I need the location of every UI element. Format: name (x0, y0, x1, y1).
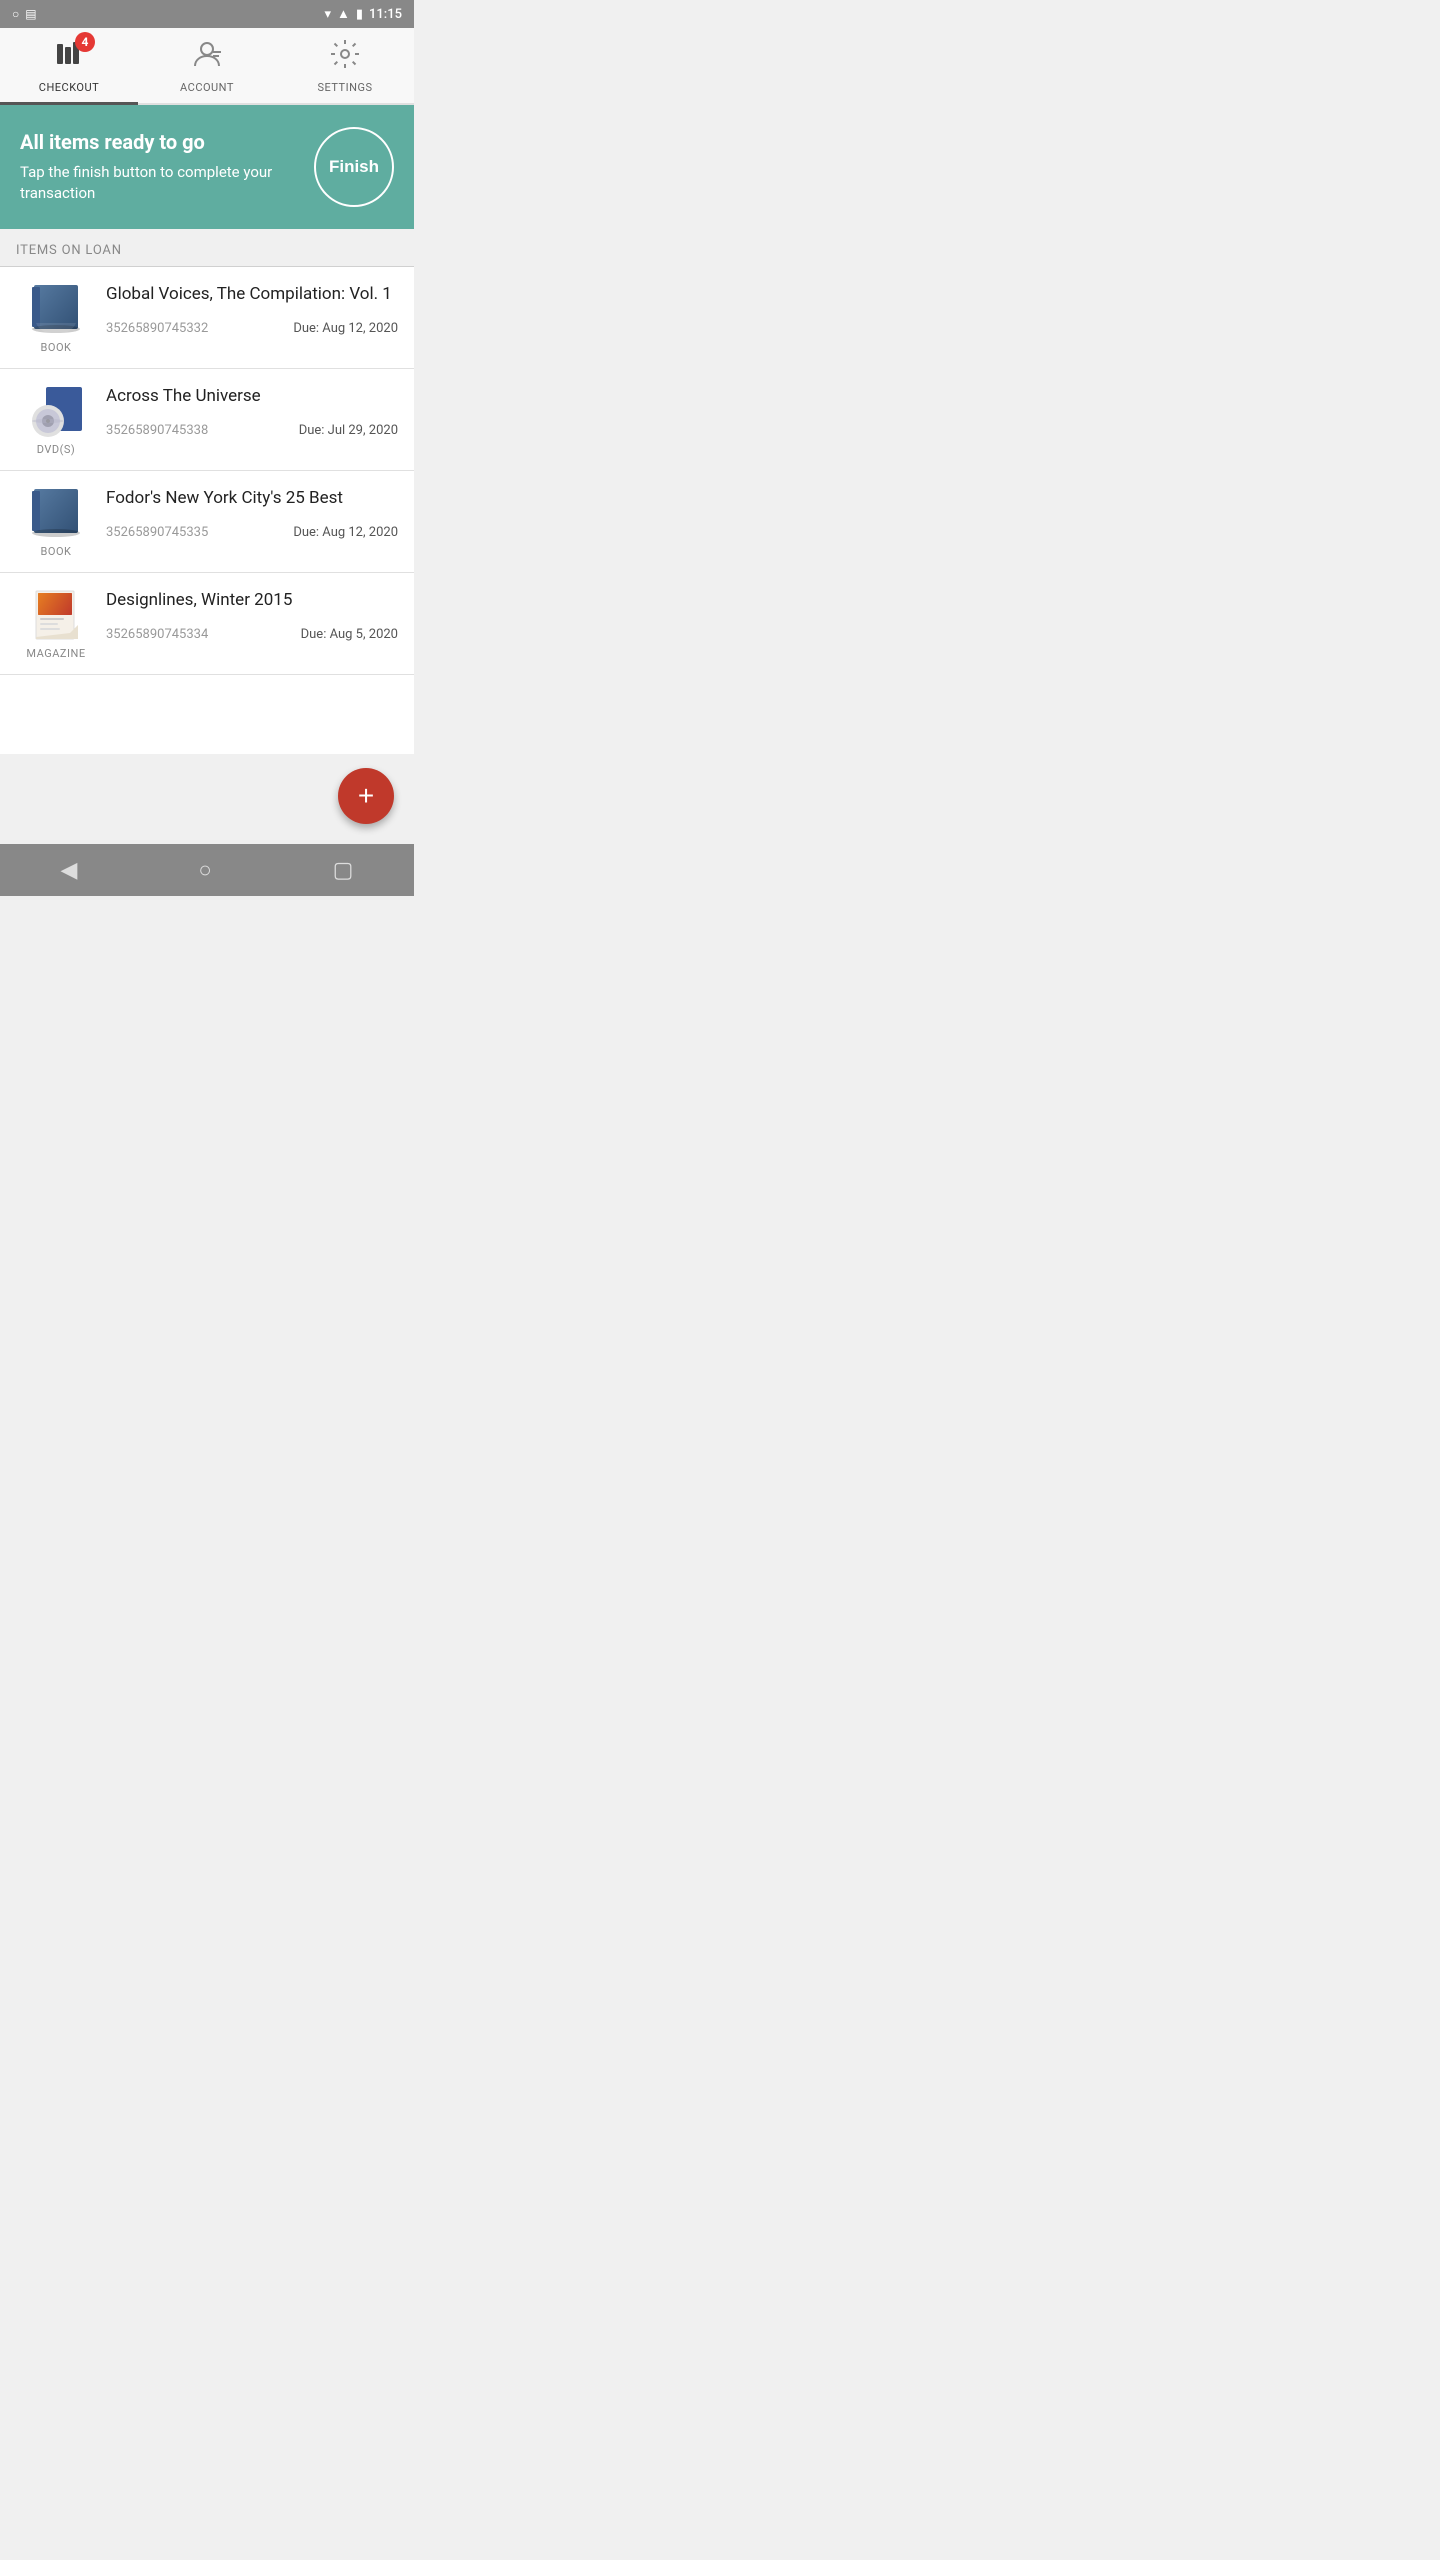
item-details: Designlines, Winter 2015 35265890745334 … (96, 589, 398, 642)
finish-button[interactable]: Finish (314, 127, 394, 207)
list-item: DVD(s) Across The Universe 3526589074533… (0, 369, 414, 471)
book-icon (26, 283, 86, 335)
add-item-button[interactable]: + (338, 768, 394, 824)
item-due: Due: Jul 29, 2020 (299, 423, 398, 438)
list-item: MAGAZINE Designlines, Winter 2015 352658… (0, 573, 414, 675)
time-display: 11:15 (369, 7, 402, 22)
tab-account[interactable]: ACCOUNT (138, 28, 276, 103)
back-button[interactable]: ◀ (40, 849, 97, 891)
recent-button[interactable]: ▢ (313, 849, 374, 891)
sd-icon: ▤ (25, 7, 36, 21)
status-bar-right: ▾ ▲ ▮ 11:15 (324, 6, 402, 22)
tab-bar: 4 CHECKOUT ACCOUNT (0, 28, 414, 105)
checkout-icon-wrap: 4 (53, 38, 85, 77)
item-meta: 35265890745332 Due: Aug 12, 2020 (106, 321, 398, 336)
account-icon (191, 47, 223, 77)
item-barcode: 35265890745335 (106, 525, 208, 540)
item-type-label: DVD(s) (37, 443, 75, 456)
magazine-icon (26, 589, 86, 641)
checkout-banner: All items ready to go Tap the finish but… (0, 105, 414, 229)
item-barcode: 35265890745334 (106, 627, 208, 642)
item-barcode: 35265890745332 (106, 321, 208, 336)
item-meta: 35265890745334 Due: Aug 5, 2020 (106, 627, 398, 642)
item-meta: 35265890745335 Due: Aug 12, 2020 (106, 525, 398, 540)
section-header: ITEMS ON LOAN (0, 229, 414, 267)
signal-icon: ▲ (337, 6, 350, 22)
settings-icon-wrap (329, 38, 361, 77)
banner-text-block: All items ready to go Tap the finish but… (20, 130, 298, 204)
item-icon-wrap: MAGAZINE (16, 589, 96, 660)
banner-subtitle: Tap the finish button to complete your t… (20, 162, 298, 204)
nav-bar: ◀ ○ ▢ (0, 844, 414, 896)
banner-title: All items ready to go (20, 130, 298, 154)
item-details: Across The Universe 35265890745338 Due: … (96, 385, 398, 438)
item-due: Due: Aug 12, 2020 (293, 525, 398, 540)
section-header-text: ITEMS ON LOAN (16, 243, 122, 258)
settings-gear-icon (329, 47, 361, 77)
item-title: Global Voices, The Compilation: Vol. 1 (106, 283, 398, 305)
account-label: ACCOUNT (180, 81, 234, 94)
item-title: Designlines, Winter 2015 (106, 589, 398, 611)
tab-settings[interactable]: SETTINGS (276, 28, 414, 103)
item-icon-wrap: DVD(s) (16, 385, 96, 456)
list-item: BOOK Fodor's New York City's 25 Best 352… (0, 471, 414, 573)
sim-icon: ○ (12, 7, 19, 21)
item-details: Global Voices, The Compilation: Vol. 1 3… (96, 283, 398, 336)
fab-area: + (0, 754, 414, 844)
item-barcode: 35265890745338 (106, 423, 208, 438)
account-icon-wrap (191, 38, 223, 77)
item-icon-wrap: BOOK (16, 487, 96, 558)
item-title: Fodor's New York City's 25 Best (106, 487, 398, 509)
settings-label: SETTINGS (318, 81, 373, 94)
item-details: Fodor's New York City's 25 Best 35265890… (96, 487, 398, 540)
home-button[interactable]: ○ (178, 849, 231, 891)
list-item: BOOK Global Voices, The Compilation: Vol… (0, 267, 414, 369)
item-type-label: BOOK (41, 341, 72, 354)
item-due: Due: Aug 5, 2020 (301, 627, 398, 642)
item-type-label: MAGAZINE (26, 647, 85, 660)
status-bar-left: ○ ▤ (12, 7, 37, 21)
items-list: BOOK Global Voices, The Compilation: Vol… (0, 267, 414, 754)
battery-icon: ▮ (356, 7, 363, 22)
dvd-icon (26, 385, 86, 437)
item-title: Across The Universe (106, 385, 398, 407)
item-meta: 35265890745338 Due: Jul 29, 2020 (106, 423, 398, 438)
item-due: Due: Aug 12, 2020 (293, 321, 398, 336)
tab-checkout[interactable]: 4 CHECKOUT (0, 28, 138, 105)
item-type-label: BOOK (41, 545, 72, 558)
checkout-label: CHECKOUT (39, 81, 99, 94)
checkout-badge: 4 (75, 32, 95, 52)
status-bar: ○ ▤ ▾ ▲ ▮ 11:15 (0, 0, 414, 28)
checkout-icon (53, 47, 85, 77)
book-icon (26, 487, 86, 539)
item-icon-wrap: BOOK (16, 283, 96, 354)
wifi-icon: ▾ (324, 7, 331, 22)
